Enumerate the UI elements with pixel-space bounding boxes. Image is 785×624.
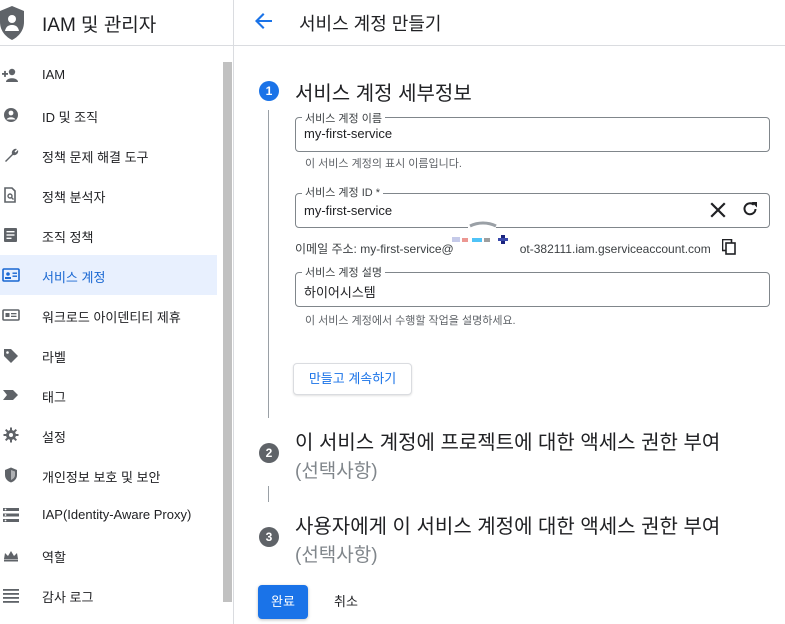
sidebar-item-labels[interactable]: 라벨 xyxy=(0,335,222,375)
service-account-id-label: 서비스 계정 ID * xyxy=(302,184,384,200)
sidebar-scrollbar[interactable] xyxy=(223,62,232,602)
clear-icon[interactable] xyxy=(709,201,727,219)
product-title: IAM 및 관리자 xyxy=(42,15,157,36)
sidebar-item-label: 감사 로그 xyxy=(42,590,94,605)
step-connector-1 xyxy=(268,110,269,418)
sidebar-item-label: 정책 문제 해결 도구 xyxy=(42,150,149,165)
sidebar-item-label: 라벨 xyxy=(42,350,66,365)
sidebar-item-workload-identity[interactable]: 워크로드 아이덴티티 제휴 xyxy=(0,295,222,335)
sidebar-item-label: 태그 xyxy=(42,390,66,405)
done-button[interactable]: 완료 xyxy=(258,585,308,619)
sidebar-item-policy-analyzer[interactable]: 정책 분석자 xyxy=(0,175,222,215)
account-circle-icon xyxy=(4,108,18,122)
redacted-overlay xyxy=(452,221,508,268)
wrench-icon xyxy=(5,148,19,162)
sidebar-item-org-policies[interactable]: 조직 정책 xyxy=(0,215,222,255)
step-number-3: 3 xyxy=(259,527,279,547)
sidebar-item-label: 정책 분석자 xyxy=(42,190,106,205)
refresh-icon[interactable] xyxy=(741,200,759,218)
step-connector-2 xyxy=(268,486,269,502)
sidebar-nav: IAM ID 및 조직 정책 문제 해결 도구 정책 분석자 조직 정책 서비스… xyxy=(0,55,222,615)
service-account-icon xyxy=(2,268,20,282)
copy-icon[interactable] xyxy=(722,239,736,255)
service-account-description-helper: 이 서비스 계정에서 수행할 작업을 설명하세요. xyxy=(305,315,516,327)
step-number-2: 2 xyxy=(259,443,279,463)
back-arrow-icon[interactable] xyxy=(254,11,274,31)
sidebar-item-roles[interactable]: 역할 xyxy=(0,535,222,575)
cancel-button[interactable]: 취소 xyxy=(326,585,366,619)
sidebar-item-iam[interactable]: IAM xyxy=(0,55,222,95)
service-account-name-label: 서비스 계정 이름 xyxy=(302,110,385,126)
article-icon xyxy=(4,228,17,242)
id-card-icon xyxy=(2,309,20,321)
service-account-description-label: 서비스 계정 설명 xyxy=(302,264,385,280)
page-title: 서비스 계정 만들기 xyxy=(299,14,442,34)
sidebar-header: IAM 및 관리자 xyxy=(0,0,233,46)
step-title-1: 서비스 계정 세부정보 xyxy=(295,83,472,105)
page-header: 서비스 계정 만들기 xyxy=(234,0,785,46)
service-account-description-value[interactable]: 하이어시스템 xyxy=(304,282,376,301)
sidebar-item-settings[interactable]: 설정 xyxy=(0,415,222,455)
document-search-icon xyxy=(4,187,16,203)
tag-icon xyxy=(3,390,18,400)
sidebar-item-identity-org[interactable]: ID 및 조직 xyxy=(0,95,222,135)
service-account-id-value[interactable]: my-first-service xyxy=(304,203,392,218)
sidebar-item-label: 역할 xyxy=(42,550,66,565)
sidebar-item-label: IAP(Identity-Aware Proxy) xyxy=(42,507,192,522)
step-title-3: 사용자에게 이 서비스 계정에 대한 액세스 권한 부여 xyxy=(295,516,721,538)
sidebar-item-label: 서비스 계정 xyxy=(42,270,106,285)
shield-icon xyxy=(5,467,17,483)
gear-icon xyxy=(3,427,19,443)
sidebar-item-label: IAM xyxy=(42,67,66,82)
proxy-icon xyxy=(3,508,19,522)
sidebar-item-policy-troubleshooter[interactable]: 정책 문제 해결 도구 xyxy=(0,135,222,175)
roles-icon xyxy=(4,551,18,562)
sidebar-item-privacy-security[interactable]: 개인정보 보호 및 보안 xyxy=(0,455,222,495)
service-account-name-helper: 이 서비스 계정의 표시 이름입니다. xyxy=(305,158,462,170)
sidebar-item-label: 설정 xyxy=(42,430,66,445)
person-add-icon xyxy=(2,68,18,82)
create-and-continue-button[interactable]: 만들고 계속하기 xyxy=(293,363,412,395)
email-address-suffix: ot-382111.iam.gserviceaccount.com xyxy=(519,242,711,256)
step-number-1: 1 xyxy=(259,81,279,101)
iam-shield-logo-icon xyxy=(0,6,24,40)
sidebar-item-label: 워크로드 아이덴티티 제휴 xyxy=(42,310,181,325)
email-address-prefix: 이메일 주소: my-first-service@ xyxy=(295,242,454,256)
sidebar-item-label: 조직 정책 xyxy=(42,230,94,245)
label-icon xyxy=(4,349,18,363)
sidebar-item-audit-logs[interactable]: 감사 로그 xyxy=(0,575,222,615)
sidebar: IAM 및 관리자 IAM ID 및 조직 정책 문제 해결 도구 정책 분석자… xyxy=(0,0,234,624)
sidebar-item-iap[interactable]: IAP(Identity-Aware Proxy) xyxy=(0,495,222,535)
sidebar-item-label: 개인정보 보호 및 보안 xyxy=(42,470,161,485)
step-optional-2: (선택사항) xyxy=(295,461,378,482)
step-optional-3: (선택사항) xyxy=(295,545,378,566)
service-account-name-value[interactable]: my-first-service xyxy=(304,126,392,141)
sidebar-item-label: ID 및 조직 xyxy=(42,110,99,125)
sidebar-item-service-accounts[interactable]: 서비스 계정 xyxy=(0,255,217,295)
list-icon xyxy=(3,589,19,603)
sidebar-item-tags[interactable]: 태그 xyxy=(0,375,222,415)
step-title-2: 이 서비스 계정에 프로젝트에 대한 액세스 권한 부여 xyxy=(295,432,721,454)
